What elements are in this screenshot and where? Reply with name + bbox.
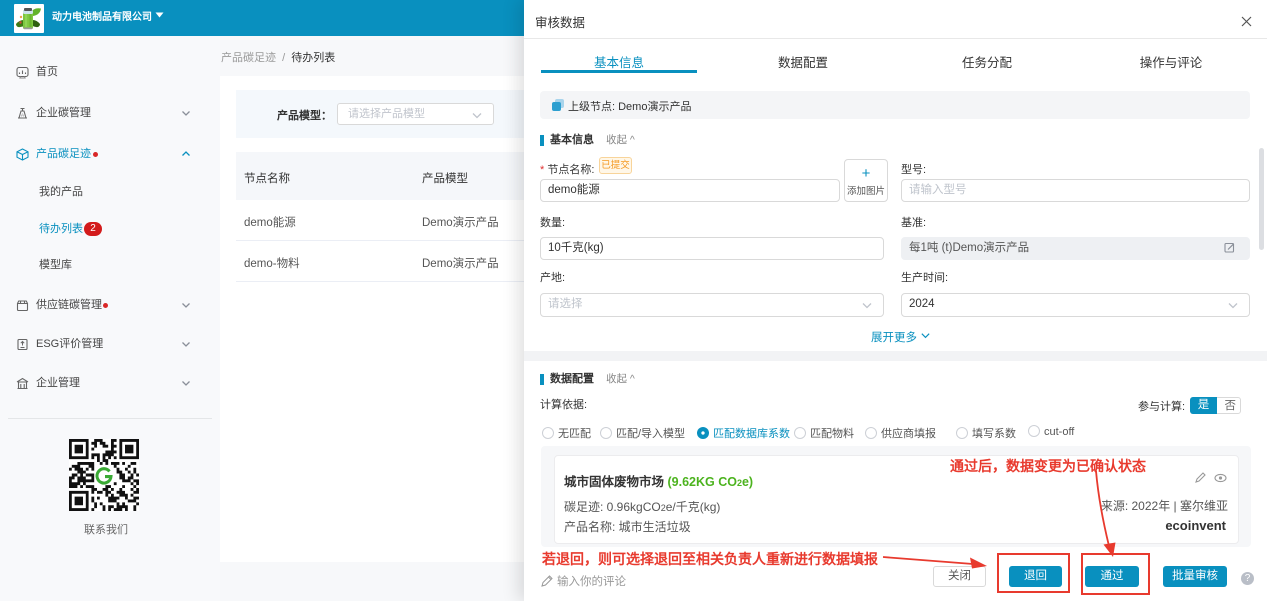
svg-text:A: A [21, 113, 24, 118]
